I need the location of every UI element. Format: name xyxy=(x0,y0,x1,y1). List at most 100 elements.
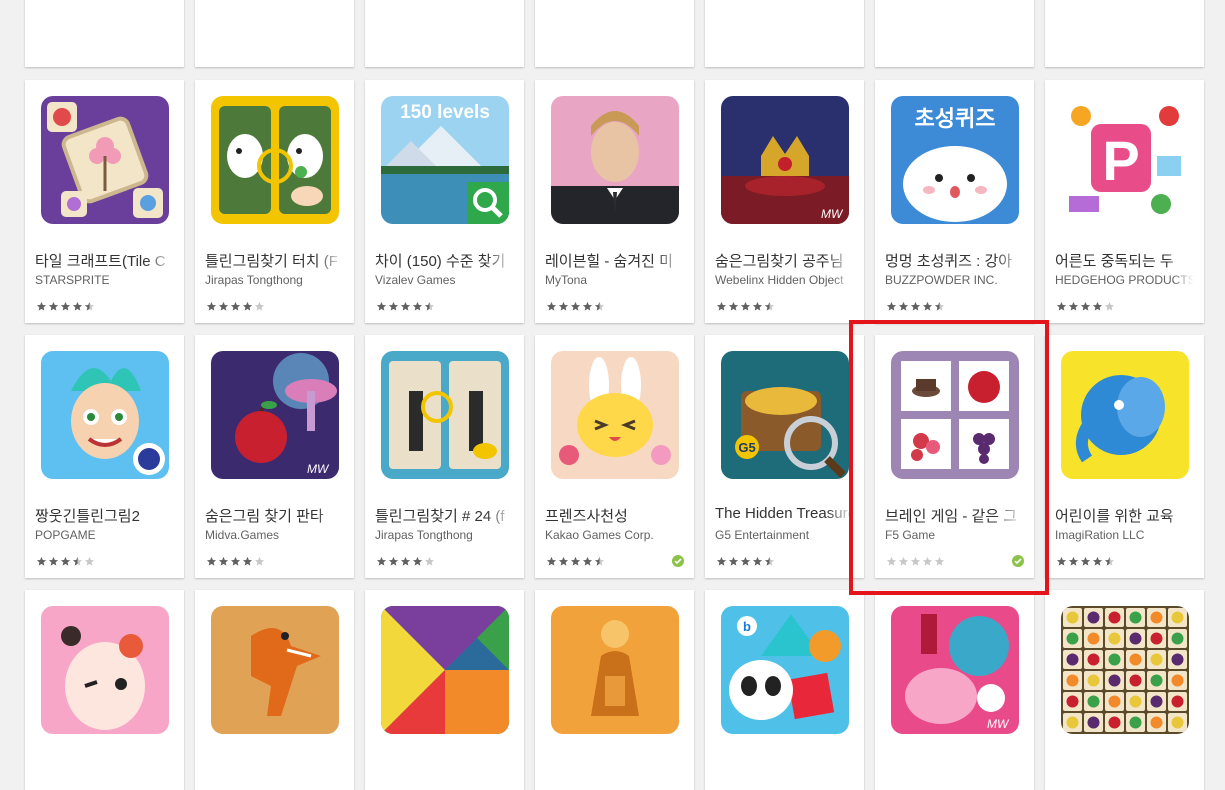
app-developer[interactable]: Jirapas Tongthong xyxy=(205,273,344,287)
app-title[interactable]: 프렌즈사천성 xyxy=(545,505,684,526)
svg-text:150 levels: 150 levels xyxy=(400,102,490,123)
star-full-icon xyxy=(1056,556,1067,566)
app-developer[interactable]: G5 Entertainment xyxy=(715,528,854,542)
app-developer[interactable]: Midva.Games xyxy=(205,528,344,542)
app-card[interactable] xyxy=(535,590,694,790)
app-developer[interactable]: Kakao Games Corp. xyxy=(545,528,684,542)
app-card[interactable]: 아기 팬더 우뢰 드레BabyBus xyxy=(1045,0,1204,67)
app-card[interactable] xyxy=(25,590,184,790)
star-full-icon xyxy=(910,301,921,311)
star-full-icon xyxy=(388,556,399,566)
app-card[interactable]: 프렌즈사천성 Kakao Games Corp. xyxy=(535,335,694,578)
star-full-icon xyxy=(740,556,751,566)
star-full-icon xyxy=(582,556,593,566)
app-developer[interactable]: Jirapas Tongthong xyxy=(375,528,514,542)
app-card[interactable]: 틀린그림찾기 터치 (F Jirapas Tongthong xyxy=(195,80,354,323)
letter-p-items-icon[interactable]: P xyxy=(1061,96,1189,224)
app-card[interactable] xyxy=(1045,590,1204,790)
kakao-bunny-icon[interactable] xyxy=(551,351,679,479)
white-dog-quiz-icon[interactable]: 초성퀴즈 xyxy=(891,96,1019,224)
star-full-icon xyxy=(376,301,387,311)
dinosaur-puzzle-icon[interactable] xyxy=(211,606,339,734)
app-card[interactable]: MW 숨은그림 찾기 판타 Midva.Games xyxy=(195,335,354,578)
cartoon-boy-icon[interactable] xyxy=(41,351,169,479)
star-full-icon xyxy=(716,301,727,311)
app-title[interactable]: 타일 크래프트(Tile C xyxy=(35,250,174,271)
mahjong-tile-flower-icon[interactable] xyxy=(41,96,169,224)
app-developer[interactable]: Vizalev Games xyxy=(375,273,514,287)
app-card[interactable]: 가도제도 숨일귀즈CoworkDream xyxy=(365,0,524,67)
app-developer[interactable]: ImagiRation LLC xyxy=(1055,528,1194,542)
app-title[interactable]: 숨은그림 찾기 판타 xyxy=(205,505,344,526)
app-card[interactable]: 짱웃긴틀린그림2 POPGAME xyxy=(25,335,184,578)
svg-text:b: b xyxy=(743,619,751,634)
star-half-icon xyxy=(72,556,83,566)
star-full-icon xyxy=(218,301,229,311)
app-title[interactable]: 차이 (150) 수준 찾기 xyxy=(375,250,514,271)
makeup-icon[interactable]: MW xyxy=(891,606,1019,734)
star-rating xyxy=(716,299,776,311)
app-title[interactable]: 레이븐힐 - 숨겨진 미 xyxy=(545,250,684,271)
app-title[interactable]: 틀린그림찾기 # 24 (f xyxy=(375,505,514,526)
treasure-chest-icon[interactable]: G5 xyxy=(721,351,849,479)
app-developer[interactable]: BUZZPOWDER INC. xyxy=(885,273,1024,287)
puppy-difference-icon[interactable] xyxy=(211,96,339,224)
app-card[interactable]: b xyxy=(705,590,864,790)
cartoon-girl-icon[interactable] xyxy=(41,606,169,734)
crown-icon[interactable]: MW xyxy=(721,96,849,224)
star-full-icon xyxy=(72,301,83,311)
app-card[interactable]: OnetX - Connect AnAMMY Entertaiment xyxy=(195,0,354,67)
app-card[interactable]: 신비 숨겨진 물건 뷰Lory Hidden Object Gam xyxy=(25,0,184,67)
app-title[interactable]: 멍멍 초성퀴즈 : 강아 xyxy=(885,250,1024,271)
app-card[interactable]: 레이븐힐 - 숨겨진 미 MyTona xyxy=(535,80,694,323)
star-rating xyxy=(376,299,436,311)
app-developer[interactable]: Webelinx Hidden Object xyxy=(715,273,854,287)
app-card[interactable]: MW 숨은그림찾기 공주님 Webelinx Hidden Object xyxy=(705,80,864,323)
app-card[interactable]: 어린이를 위한 교육 ImagiRation LLC xyxy=(1045,335,1204,578)
fruit-tiles-icon[interactable] xyxy=(1061,606,1189,734)
blue-elephant-icon[interactable] xyxy=(1061,351,1189,479)
panda-shapes-icon[interactable]: b xyxy=(721,606,849,734)
selection-highlight xyxy=(849,320,1049,595)
app-card[interactable]: 초성퀴즈멍멍 초성퀴즈 : 강아 BUZZPOWDER INC. xyxy=(875,80,1034,323)
app-title[interactable]: 어른도 중독되는 두 xyxy=(1055,250,1194,271)
lake-levels-icon[interactable]: 150 levels xyxy=(381,96,509,224)
star-half-icon xyxy=(764,556,775,566)
star-full-icon xyxy=(1068,556,1079,566)
app-card[interactable]: 틀린그림찾기 # 24 (f Jirapas Tongthong xyxy=(365,335,524,578)
app-card[interactable]: 150 levels 차이 (150) 수준 찾기 Vizalev Games xyxy=(365,80,524,323)
star-full-icon xyxy=(218,556,229,566)
app-developer[interactable]: MyTona xyxy=(545,273,684,287)
star-full-icon xyxy=(1092,556,1103,566)
app-title[interactable]: The Hidden Treasure xyxy=(715,505,854,522)
app-card[interactable]: P 어른도 중독되는 두 HEDGEHOG PRODUCTS xyxy=(1045,80,1204,323)
app-card[interactable]: 프리티걸의 물린 그FirstFox Games xyxy=(705,0,864,67)
app-card[interactable]: 타일 크래프트(Tile C STARSPRITE xyxy=(25,80,184,323)
star-full-icon xyxy=(570,301,581,311)
app-developer[interactable]: STARSPRITE xyxy=(35,273,174,287)
fantasy-apple-icon[interactable]: MW xyxy=(211,351,339,479)
app-card[interactable]: 자이점찾기게임 - 덧SimFun xyxy=(535,0,694,67)
app-card[interactable]: MW xyxy=(875,590,1034,790)
app-developer[interactable]: POPGAME xyxy=(35,528,174,542)
app-card[interactable] xyxy=(195,590,354,790)
star-full-icon xyxy=(242,556,253,566)
star-full-icon xyxy=(886,301,897,311)
sphinx-icon[interactable] xyxy=(551,606,679,734)
man-portrait-icon[interactable] xyxy=(551,96,679,224)
app-title[interactable]: 숨은그림찾기 공주님 xyxy=(715,250,854,271)
app-developer[interactable]: HEDGEHOG PRODUCTS xyxy=(1055,273,1194,287)
star-empty-icon xyxy=(424,556,435,566)
app-card[interactable] xyxy=(365,590,524,790)
star-full-icon xyxy=(1068,301,1079,311)
app-title[interactable]: 짱웃긴틀린그림2 xyxy=(35,505,174,526)
tangram-icon[interactable] xyxy=(381,606,509,734)
star-full-icon xyxy=(716,556,727,566)
street-walk-difference-icon[interactable] xyxy=(381,351,509,479)
star-empty-icon xyxy=(1104,301,1115,311)
app-title[interactable]: 틀린그림찾기 터치 (F xyxy=(205,250,344,271)
app-card[interactable]: G5 The Hidden Treasure G5 Entertainment xyxy=(705,335,864,578)
app-title[interactable]: 어린이를 위한 교육 xyxy=(1055,505,1194,526)
star-rating xyxy=(546,554,606,566)
app-card[interactable]: Find The DifferencePurePlay Studios xyxy=(875,0,1034,67)
